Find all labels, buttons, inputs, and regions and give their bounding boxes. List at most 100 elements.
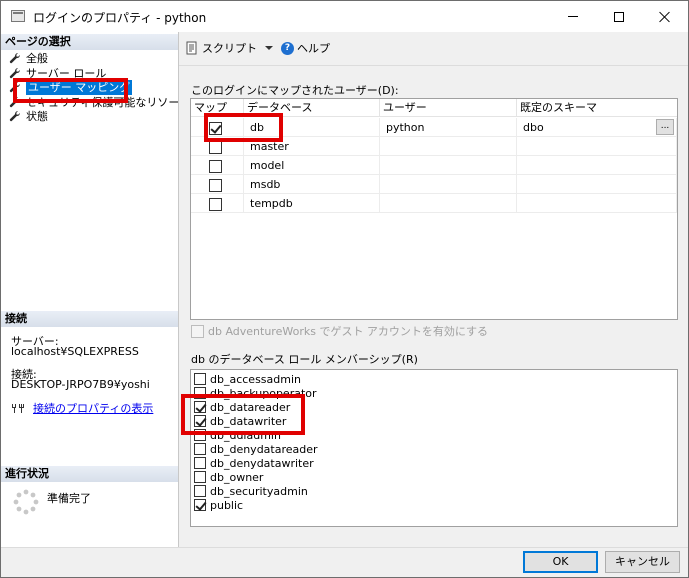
schema-cell[interactable]: [517, 137, 677, 156]
page-item-label: 状態: [26, 110, 48, 124]
role-name: db_denydatawriter: [210, 456, 314, 470]
map-checkbox[interactable]: [209, 140, 222, 154]
cancel-button[interactable]: キャンセル: [605, 551, 680, 573]
table-row[interactable]: master: [191, 137, 677, 156]
table-row[interactable]: model: [191, 156, 677, 175]
script-dropdown-icon[interactable]: [265, 46, 273, 50]
role-checkbox[interactable]: [194, 429, 206, 441]
window-title: ログインのプロパティ - python: [33, 11, 207, 25]
left-pane: ページの選択 全般 サーバー ロール ユーザー マッピング セキュリティ保護可能…: [1, 32, 179, 547]
role-item[interactable]: db_securityadmin: [194, 484, 308, 498]
wrench-icon: [9, 53, 21, 64]
database-cell: master: [244, 137, 380, 156]
schema-cell[interactable]: [517, 156, 677, 175]
plug-icon: [12, 404, 24, 413]
role-checkbox[interactable]: [194, 457, 206, 469]
role-name: db_backupoperator: [210, 386, 317, 400]
table-row[interactable]: msdb: [191, 175, 677, 194]
connection-value: DESKTOP-JRPO7B9¥yoshi: [11, 378, 150, 391]
role-item[interactable]: db_backupoperator: [194, 386, 317, 400]
minimize-icon: [568, 16, 578, 17]
role-checkbox[interactable]: [194, 415, 206, 427]
column-header-database[interactable]: データベース: [244, 99, 380, 117]
help-button[interactable]: ? ヘルプ: [281, 40, 330, 56]
window-icon: [11, 10, 25, 22]
script-icon: [186, 41, 197, 55]
ok-button[interactable]: OK: [523, 551, 598, 573]
role-checkbox[interactable]: [194, 373, 206, 385]
map-cell: [191, 118, 244, 137]
schema-cell[interactable]: dbo ...: [517, 118, 677, 137]
role-checkbox[interactable]: [194, 443, 206, 455]
user-mapping-grid: マップ データベース ユーザー 既定のスキーマ db python dbo ..…: [190, 98, 678, 320]
map-checkbox[interactable]: [209, 178, 222, 192]
connection-header: 接続: [1, 311, 178, 327]
role-membership-list: db_accessadmin db_backupoperator db_data…: [190, 369, 678, 527]
page-item-user-mapping[interactable]: ユーザー マッピング: [1, 80, 178, 95]
page-item-status[interactable]: 状態: [1, 109, 178, 124]
mapped-users-caption: このログインにマップされたユーザー(D):: [191, 84, 399, 97]
title-bar: ログインのプロパティ - python: [1, 1, 688, 32]
role-name: db_securityadmin: [210, 484, 308, 498]
role-membership-caption: db のデータベース ロール メンバーシップ(R): [191, 353, 418, 366]
footer-divider: [1, 547, 688, 548]
help-label: ヘルプ: [297, 42, 330, 55]
column-header-schema[interactable]: 既定のスキーマ: [517, 99, 677, 117]
wrench-icon: [9, 96, 21, 107]
page-item-securables[interactable]: セキュリティ保護可能なリソース: [1, 95, 178, 110]
guest-account-option: db AdventureWorks でゲスト アカウントを有効にする: [191, 323, 488, 339]
role-item[interactable]: db_owner: [194, 470, 263, 484]
schema-value: dbo: [523, 121, 544, 134]
progress-spinner-icon: [13, 489, 39, 515]
guest-account-checkbox: [191, 324, 204, 338]
page-item-label: サーバー ロール: [26, 66, 107, 80]
page-select-header: ページの選択: [1, 34, 178, 50]
close-button[interactable]: [642, 1, 688, 32]
role-name: public: [210, 498, 244, 512]
login-properties-dialog: ログインのプロパティ - python ページの選択 全般 サーバー ロール ユ…: [0, 0, 689, 578]
page-item-server-roles[interactable]: サーバー ロール: [1, 66, 178, 81]
map-checkbox[interactable]: [209, 121, 222, 135]
script-button[interactable]: スクリプト: [185, 40, 257, 56]
maximize-button[interactable]: [596, 1, 642, 32]
database-cell: msdb: [244, 175, 380, 194]
role-checkbox[interactable]: [194, 401, 206, 413]
user-cell[interactable]: [380, 194, 517, 213]
column-header-user[interactable]: ユーザー: [380, 99, 517, 117]
schema-browse-button[interactable]: ...: [656, 119, 674, 135]
role-name: db_datawriter: [210, 414, 287, 428]
map-checkbox[interactable]: [209, 159, 222, 173]
page-item-label: セキュリティ保護可能なリソース: [26, 95, 178, 109]
user-cell[interactable]: python: [380, 118, 517, 137]
role-item[interactable]: public: [194, 498, 243, 512]
role-item[interactable]: db_denydatareader: [194, 442, 318, 456]
role-checkbox[interactable]: [194, 499, 206, 511]
toolbar: スクリプト ? ヘルプ: [179, 32, 688, 64]
role-item[interactable]: db_denydatawriter: [194, 456, 314, 470]
schema-cell[interactable]: [517, 175, 677, 194]
user-cell[interactable]: [380, 156, 517, 175]
minimize-button[interactable]: [550, 1, 596, 32]
user-cell[interactable]: [380, 137, 517, 156]
page-item-general[interactable]: 全般: [1, 51, 178, 66]
column-header-map[interactable]: マップ: [191, 99, 244, 117]
user-cell[interactable]: [380, 175, 517, 194]
role-name: db_owner: [210, 470, 264, 484]
right-pane: スクリプト ? ヘルプ このログインにマップされたユーザー(D): マップ デー…: [179, 32, 688, 547]
help-icon: ?: [281, 41, 294, 55]
role-item[interactable]: db_datareader: [194, 400, 290, 414]
role-checkbox[interactable]: [194, 471, 206, 483]
map-checkbox[interactable]: [209, 197, 222, 211]
table-row[interactable]: tempdb: [191, 194, 677, 213]
schema-cell[interactable]: [517, 194, 677, 213]
role-checkbox[interactable]: [194, 387, 206, 399]
progress-status: 準備完了: [47, 492, 91, 505]
role-item[interactable]: db_ddladmin: [194, 428, 281, 442]
role-item[interactable]: db_datawriter: [194, 414, 286, 428]
table-row[interactable]: db python dbo ...: [191, 118, 677, 137]
view-connection-properties-link[interactable]: 接続のプロパティの表示: [11, 400, 153, 416]
role-item[interactable]: db_accessadmin: [194, 372, 301, 386]
role-checkbox[interactable]: [194, 485, 206, 497]
toolbar-divider: [179, 65, 688, 66]
wrench-icon: [9, 111, 21, 122]
